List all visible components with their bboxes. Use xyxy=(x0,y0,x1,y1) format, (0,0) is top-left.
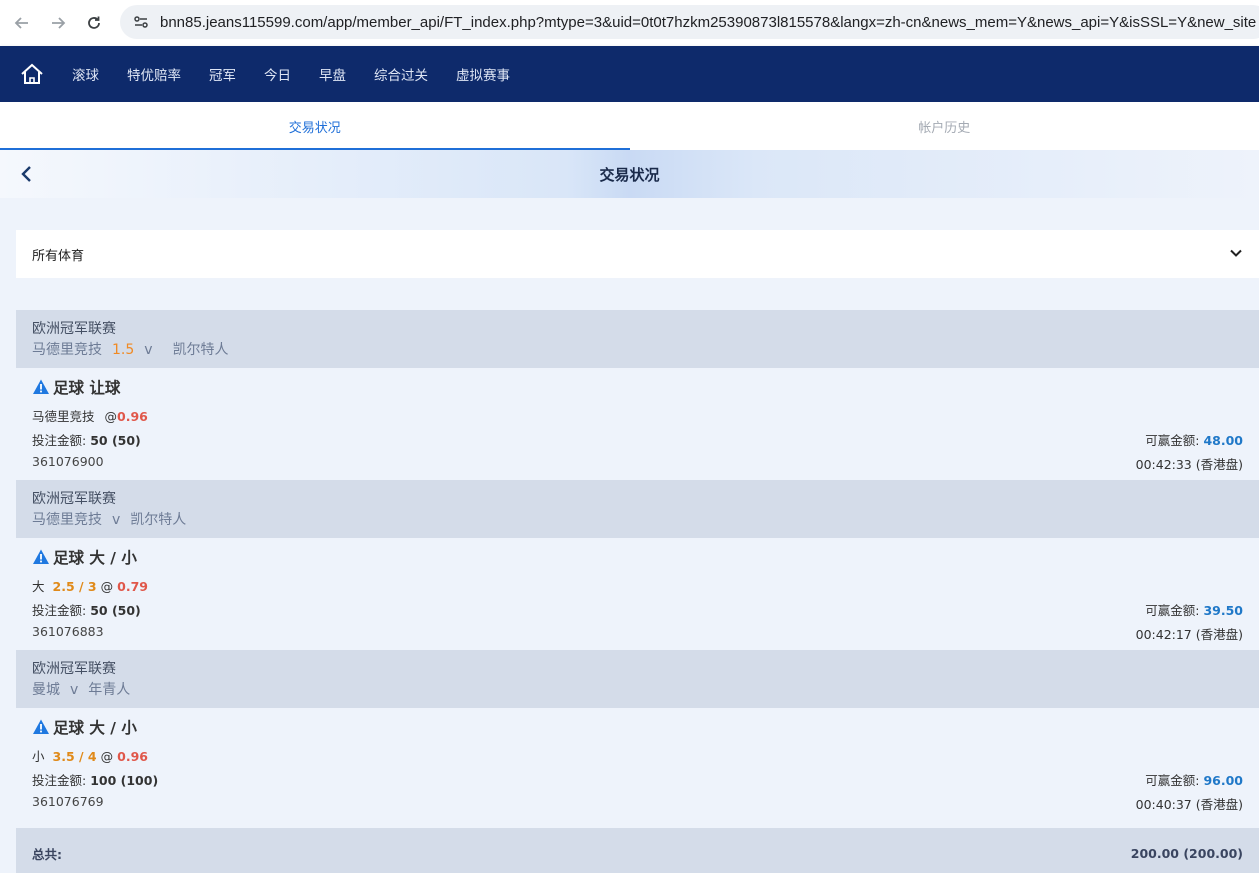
browser-back-icon[interactable] xyxy=(4,5,40,41)
total-row: 总共: 200.00 (200.00) xyxy=(16,828,1259,873)
nav-item-early[interactable]: 早盘 xyxy=(319,64,346,84)
site-settings-icon[interactable] xyxy=(132,13,150,31)
potential-win: 可赢金额: 96.00 xyxy=(1145,770,1243,789)
selection-line: 马德里竞技 @0.96 xyxy=(32,406,1243,424)
home-team: 马德里竞技 xyxy=(32,342,102,358)
stake-value: 50 (50) xyxy=(90,603,141,618)
bet-type-label: 足球 让球 xyxy=(53,379,121,397)
stake-value: 50 (50) xyxy=(90,433,141,448)
potential-win: 可赢金额: 48.00 xyxy=(1145,430,1243,449)
nav-item-outright[interactable]: 冠军 xyxy=(209,64,236,84)
win-label: 可赢金额: xyxy=(1145,773,1200,788)
vs-label: v xyxy=(70,682,79,698)
sport-filter-value: 所有体育 xyxy=(32,248,85,264)
win-amount: 96.00 xyxy=(1203,773,1243,788)
away-team: 凯尔特人 xyxy=(130,512,187,528)
home-icon[interactable] xyxy=(0,46,64,102)
league-name: 欧洲冠军联赛 xyxy=(32,491,116,507)
stake-value: 100 (100) xyxy=(90,773,159,788)
nav-item-special-odds[interactable]: 特优赔率 xyxy=(127,64,181,84)
bet-header: 欧洲冠军联赛 马德里竞技 1.5 v 凯尔特人 xyxy=(16,310,1259,368)
tabs: 交易状况 帐户历史 xyxy=(0,102,1259,150)
bet-time: 00:42:33 (香港盘) xyxy=(1135,457,1243,472)
back-icon[interactable] xyxy=(14,162,38,186)
ticket-id: 361076769 xyxy=(32,794,104,809)
address-bar[interactable]: bnn85.jeans115599.com/app/member_api/FT_… xyxy=(120,5,1259,39)
bet-time: 00:40:37 (香港盘) xyxy=(1135,797,1243,812)
tab-transaction-status[interactable]: 交易状况 xyxy=(0,102,630,150)
total-value: 200.00 (200.00) xyxy=(1130,845,1243,861)
bet-type-label: 足球 大 / 小 xyxy=(53,719,137,737)
away-team: 年青人 xyxy=(88,682,131,698)
match-teams: 马德里竞技 v 凯尔特人 xyxy=(32,509,1243,531)
selection: 马德里竞技 xyxy=(32,409,95,424)
home-team: 曼城 xyxy=(32,682,60,698)
league-name: 欧洲冠军联赛 xyxy=(32,321,116,337)
win-label: 可赢金额: xyxy=(1145,603,1200,618)
warning-icon xyxy=(32,718,50,736)
ticket-id: 361076883 xyxy=(32,624,104,639)
at-sign: @ xyxy=(100,579,114,594)
odds-value: 0.96 xyxy=(117,749,148,764)
nav-item-live[interactable]: 滚球 xyxy=(72,64,99,84)
win-amount: 39.50 xyxy=(1203,603,1243,618)
away-team: 凯尔特人 xyxy=(172,342,229,358)
odds-value: 0.79 xyxy=(117,579,148,594)
handicap-value: 1.5 xyxy=(112,342,135,358)
selection: 小 xyxy=(32,749,45,764)
home-team: 马德里竞技 xyxy=(32,512,102,528)
win-amount: 48.00 xyxy=(1203,433,1243,448)
nav-item-today[interactable]: 今日 xyxy=(264,64,291,84)
main-nav: 滚球 特优赔率 冠军 今日 早盘 综合过关 虚拟赛事 xyxy=(0,46,1259,102)
at-sign: @ xyxy=(100,749,114,764)
bet-type-label: 足球 大 / 小 xyxy=(53,549,137,567)
match-teams: 曼城 v 年青人 xyxy=(32,679,1243,701)
vs-label: v xyxy=(144,342,153,358)
odds-value: 0.96 xyxy=(117,409,148,424)
bet-type: 足球 大 / 小 xyxy=(32,544,1243,570)
url-text: bnn85.jeans115599.com/app/member_api/FT_… xyxy=(160,13,1257,31)
page-title: 交易状况 xyxy=(599,165,660,184)
bet-header: 欧洲冠军联赛 马德里竞技 v 凯尔特人 xyxy=(16,480,1259,538)
warning-icon xyxy=(32,378,50,396)
vs-label: v xyxy=(112,512,121,528)
selection-line: 大 2.5 / 3 @ 0.79 xyxy=(32,576,1243,594)
sport-filter-select[interactable]: 所有体育 xyxy=(16,230,1259,278)
bet-detail: 足球 大 / 小 大 2.5 / 3 @ 0.79 投注金额: 50 (50) 36… xyxy=(16,538,1259,650)
browser-forward-icon[interactable] xyxy=(40,5,76,41)
bet-detail: 足球 大 / 小 小 3.5 / 4 @ 0.96 投注金额: 100 (100) … xyxy=(16,708,1259,820)
chevron-down-icon xyxy=(1229,246,1243,264)
potential-win: 可赢金额: 39.50 xyxy=(1145,600,1243,619)
bet-time: 00:42:17 (香港盘) xyxy=(1135,627,1243,642)
stake-label: 投注金额: xyxy=(32,433,87,448)
at-sign: @ xyxy=(104,409,118,424)
win-label: 可赢金额: xyxy=(1145,433,1200,448)
total-label: 总共: xyxy=(32,846,62,862)
stake-line: 投注金额: 100 (100) xyxy=(32,770,1243,788)
bet-type: 足球 大 / 小 xyxy=(32,714,1243,740)
stake-line: 投注金额: 50 (50) xyxy=(32,430,1243,448)
bet-list: 欧洲冠军联赛 马德里竞技 1.5 v 凯尔特人 足球 让球 马德里竞技 @0.96 投注… xyxy=(16,310,1259,820)
nav-item-virtual[interactable]: 虚拟赛事 xyxy=(456,64,510,84)
browser-reload-icon[interactable] xyxy=(76,5,112,41)
warning-icon xyxy=(32,548,50,566)
line-value: 2.5 / 3 xyxy=(52,579,97,594)
match-teams: 马德里竞技 1.5 v 凯尔特人 xyxy=(32,339,1243,361)
ticket-id: 361076900 xyxy=(32,454,104,469)
selection-line: 小 3.5 / 4 @ 0.96 xyxy=(32,746,1243,764)
bet-detail: 足球 让球 马德里竞技 @0.96 投注金额: 50 (50) 361076900… xyxy=(16,368,1259,480)
line-value: 3.5 / 4 xyxy=(52,749,97,764)
stake-label: 投注金额: xyxy=(32,773,87,788)
page-header: 交易状况 xyxy=(0,150,1259,198)
stake-line: 投注金额: 50 (50) xyxy=(32,600,1243,618)
nav-item-parlay[interactable]: 综合过关 xyxy=(374,64,428,84)
league-name: 欧洲冠军联赛 xyxy=(32,661,116,677)
bet-header: 欧洲冠军联赛 曼城 v 年青人 xyxy=(16,650,1259,708)
selection: 大 xyxy=(32,579,45,594)
stake-label: 投注金额: xyxy=(32,603,87,618)
browser-toolbar: bnn85.jeans115599.com/app/member_api/FT_… xyxy=(0,0,1259,46)
bet-type: 足球 让球 xyxy=(32,374,1243,400)
tab-account-history[interactable]: 帐户历史 xyxy=(630,102,1259,150)
